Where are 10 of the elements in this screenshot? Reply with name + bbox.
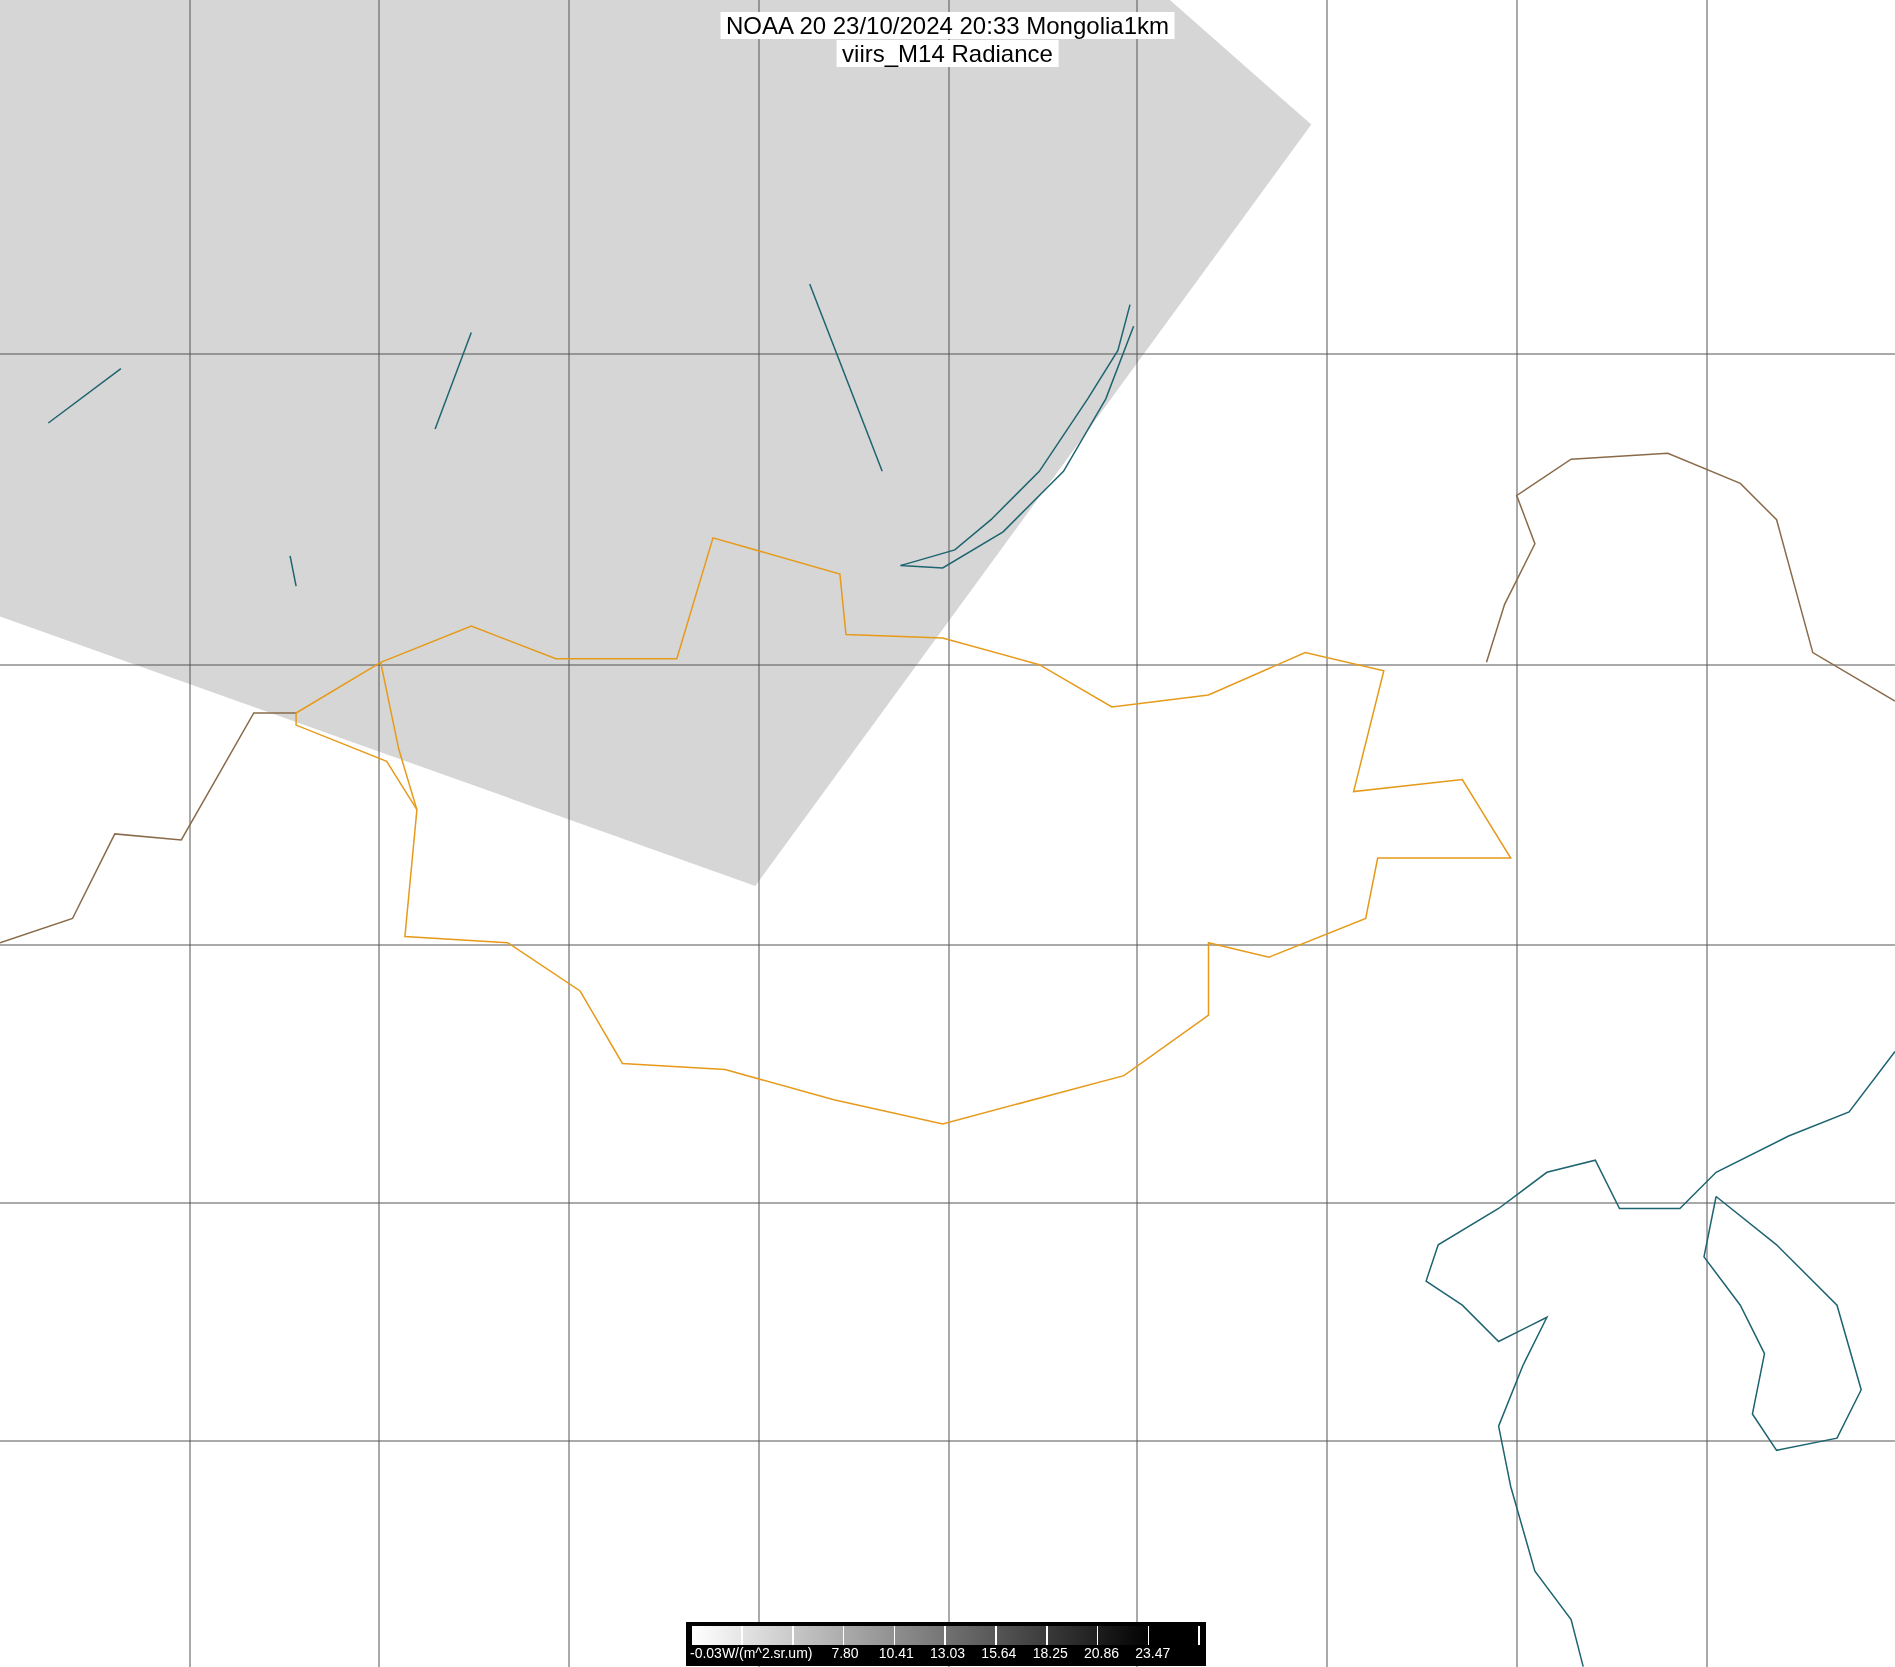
colorbar-label: 23.47 xyxy=(1135,1645,1171,1661)
colorbar-label: 13.03 xyxy=(930,1645,966,1661)
colorbar-label: 18.25 xyxy=(1032,1645,1068,1661)
colorbar-label: 7.80 xyxy=(831,1645,859,1661)
colorbar-label: 20.86 xyxy=(1084,1645,1119,1661)
colorbar-label: 15.64 xyxy=(981,1645,1017,1661)
map-title: NOAA 20 23/10/2024 20:33 Mongolia1km xyxy=(720,12,1175,39)
colorbar-label: -0.03W/(m^2.sr.um) xyxy=(690,1645,813,1661)
colorbar-label: 10.41 xyxy=(878,1645,914,1661)
map-subtitle: viirs_M14 Radiance xyxy=(836,40,1059,67)
